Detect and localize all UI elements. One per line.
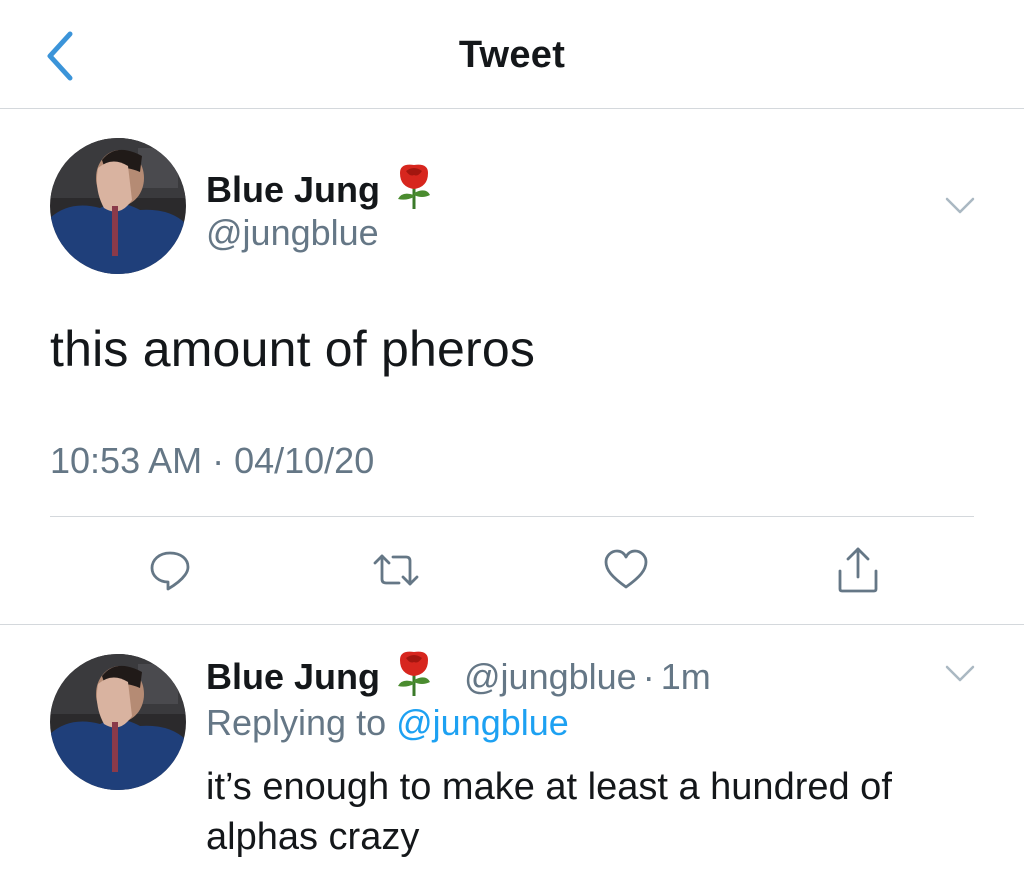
chevron-down-icon	[945, 197, 975, 214]
divider	[0, 624, 1024, 625]
tweet-timestamp[interactable]: 10:53 AM · 04/10/20	[50, 440, 374, 482]
action-bar	[0, 540, 1024, 610]
reply-header: Blue Jung @jungblue · 1m	[206, 650, 711, 703]
replying-to-prefix: Replying to	[206, 702, 387, 743]
more-options-button[interactable]	[944, 196, 976, 221]
reply-icon	[150, 551, 190, 591]
like-icon	[604, 549, 648, 589]
share-icon	[838, 547, 878, 593]
reply-author-name[interactable]: Blue Jung	[206, 656, 380, 698]
share-button[interactable]	[828, 540, 888, 600]
rose-icon	[392, 650, 436, 703]
divider	[50, 516, 974, 517]
author-name[interactable]: Blue Jung	[206, 169, 380, 211]
replying-to-link[interactable]: @jungblue	[396, 702, 569, 743]
retweet-button[interactable]	[366, 540, 426, 600]
reply-more-options-button[interactable]	[944, 664, 976, 689]
page-title: Tweet	[458, 34, 566, 76]
retweet-icon	[373, 554, 419, 586]
nav-bar: Tweet	[0, 0, 1024, 109]
author-name-row: Blue Jung	[206, 163, 436, 216]
reply-age: 1m	[660, 655, 711, 697]
author-handle[interactable]: @jungblue	[206, 212, 379, 254]
reply-text: it’s enough to make at least a hundred o…	[206, 766, 892, 858]
replying-to-line: Replying to @jungblue	[206, 702, 569, 744]
reply-button[interactable]	[140, 540, 200, 600]
chevron-down-icon	[945, 665, 975, 682]
rose-icon	[392, 163, 436, 216]
like-button[interactable]	[596, 540, 656, 600]
tweet-text: this amount of pheros	[50, 321, 536, 377]
reply-avatar[interactable]	[50, 654, 186, 790]
avatar[interactable]	[50, 138, 186, 274]
reply-author-handle[interactable]: @jungblue	[464, 656, 637, 698]
meta-separator: ·	[642, 655, 655, 697]
